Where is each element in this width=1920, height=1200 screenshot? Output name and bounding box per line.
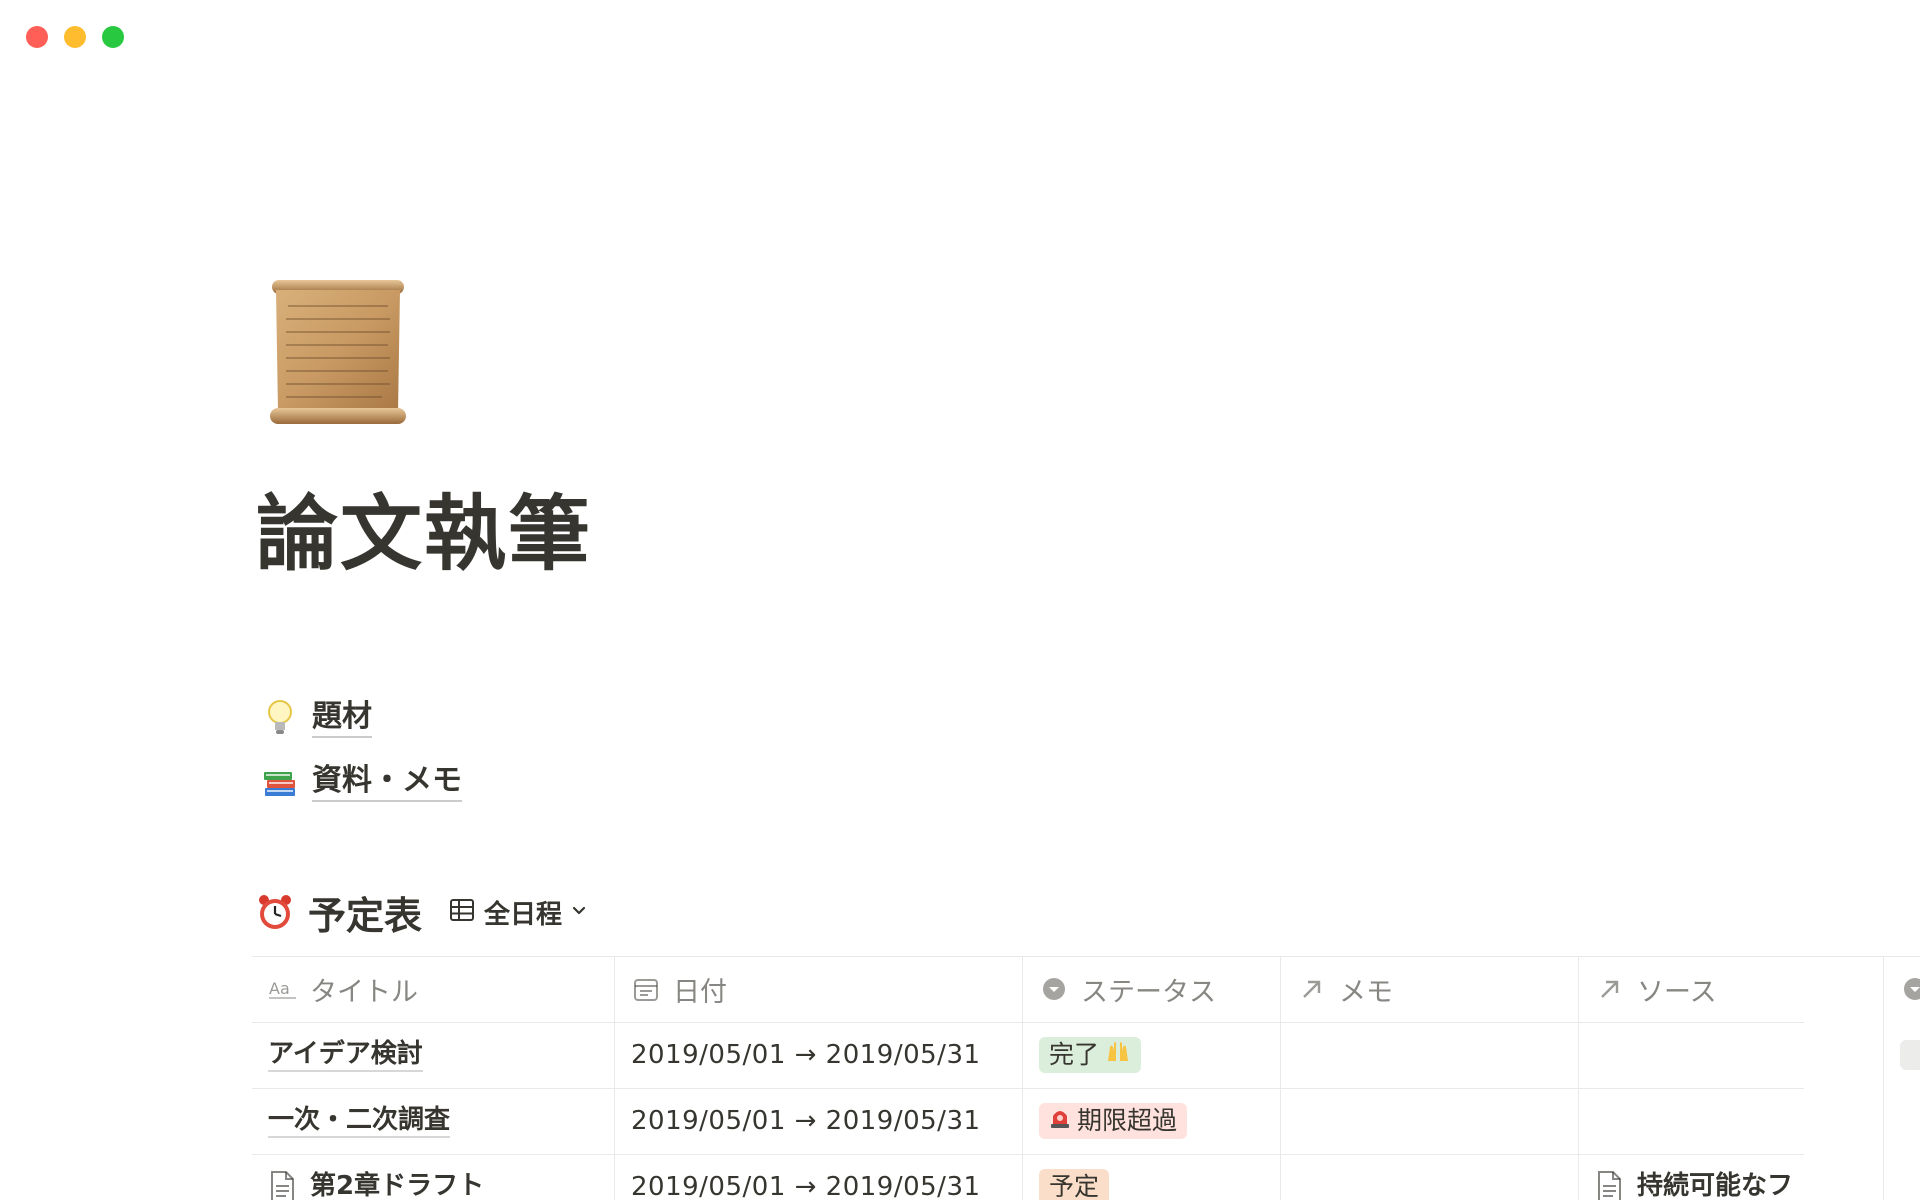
column-label: 日付 <box>673 976 727 1008</box>
cell-more[interactable] <box>1884 1154 1920 1200</box>
status-badge: 予定 <box>1039 1168 1110 1200</box>
document-icon <box>268 1170 298 1200</box>
link-page-materials[interactable]: 資料・メモ <box>262 750 462 814</box>
row-date: 2019/05/01 → 2019/05/31 <box>631 1106 981 1136</box>
column-header-memo[interactable]: メモ <box>1281 956 1579 1022</box>
table-row[interactable]: アイデア検討 2019/05/01 → 2019/05/31 完了 <box>252 1022 1920 1088</box>
svg-text:Aa: Aa <box>269 979 290 998</box>
close-window-button[interactable] <box>26 26 48 48</box>
column-label: ソース <box>1637 976 1717 1008</box>
cell-memo[interactable] <box>1281 1022 1579 1088</box>
cell-date[interactable]: 2019/05/01 → 2019/05/31 <box>615 1088 1023 1154</box>
siren-icon <box>1049 1105 1071 1138</box>
relation-arrow-icon <box>1595 974 1625 1004</box>
alarm-clock-icon <box>254 891 296 933</box>
view-label: 全日程 <box>484 899 563 930</box>
cell-title[interactable]: 一次・二次調査 <box>252 1088 615 1154</box>
cell-memo[interactable] <box>1281 1088 1579 1154</box>
raising-hands-icon <box>1105 1039 1131 1072</box>
cell-status[interactable]: 期限超過 <box>1023 1088 1281 1154</box>
calendar-icon <box>631 974 661 1004</box>
cell-date[interactable]: 2019/05/01 → 2019/05/31 <box>615 1022 1023 1088</box>
table-row[interactable]: 一次・二次調査 2019/05/01 → 2019/05/31 期限超過 <box>252 1088 1920 1154</box>
column-label: メモ <box>1339 976 1393 1008</box>
column-header-status[interactable]: ステータス <box>1023 956 1281 1022</box>
lightbulb-icon <box>262 698 298 738</box>
row-title[interactable]: 第2章ドラフト <box>310 1170 484 1200</box>
status-label: 完了 <box>1049 1039 1100 1069</box>
column-header-source[interactable]: ソース <box>1579 956 1884 1022</box>
column-label: ステータス <box>1081 976 1216 1008</box>
text-property-icon: Aa <box>268 974 298 1004</box>
chevron-down-icon <box>570 901 588 923</box>
select-property-icon <box>1039 974 1069 1004</box>
column-label: タイトル <box>310 976 418 1008</box>
column-header-date[interactable]: 日付 <box>615 956 1023 1022</box>
select-property-icon <box>1900 974 1920 1004</box>
cell-title[interactable]: アイデア検討 <box>252 1022 615 1088</box>
table-row[interactable]: 第2章ドラフト 2019/05/01 → 2019/05/31 予定 持続可能な… <box>252 1154 1920 1200</box>
link-page-topic[interactable]: 題材 <box>262 686 462 750</box>
database-title[interactable]: 予定表 <box>308 885 422 940</box>
status-label: 予定 <box>1049 1171 1100 1200</box>
scroll-icon[interactable] <box>262 272 414 432</box>
cell-memo[interactable] <box>1281 1154 1579 1200</box>
column-header-title[interactable]: Aa タイトル <box>252 956 615 1022</box>
table-view-icon <box>448 896 476 928</box>
row-date: 2019/05/01 → 2019/05/31 <box>631 1040 981 1070</box>
status-badge: 完了 <box>1039 1036 1142 1074</box>
source-link[interactable]: 持続可能なフ <box>1637 1170 1793 1200</box>
cell-source[interactable] <box>1579 1022 1884 1088</box>
row-title[interactable]: 一次・二次調査 <box>268 1104 451 1139</box>
relation-arrow-icon <box>1297 974 1327 1004</box>
cell-source[interactable]: 持続可能なフ <box>1579 1154 1884 1200</box>
linked-pages: 題材 資料・メモ <box>262 686 462 814</box>
window-controls <box>26 26 124 48</box>
database-header: 予定表 全日程 <box>254 888 588 938</box>
column-header-more[interactable] <box>1884 956 1920 1022</box>
status-label: 期限超過 <box>1077 1105 1178 1135</box>
notion-window: 論文執筆 題材 資料・メモ 予定表 全日程 Aa タイトル 日付 ステータス メ… <box>0 0 1920 1200</box>
status-badge: 期限超過 <box>1039 1102 1188 1140</box>
minimize-window-button[interactable] <box>64 26 86 48</box>
table-header-row: Aa タイトル 日付 ステータス メモ ソース <box>252 956 1920 1022</box>
cell-status[interactable]: 完了 <box>1023 1022 1281 1088</box>
cell-more[interactable] <box>1884 1088 1920 1154</box>
document-icon <box>1595 1170 1625 1200</box>
row-date: 2019/05/01 → 2019/05/31 <box>631 1172 981 1200</box>
zoom-window-button[interactable] <box>102 26 124 48</box>
cell-status[interactable]: 予定 <box>1023 1154 1281 1200</box>
books-icon <box>262 762 298 802</box>
cell-title[interactable]: 第2章ドラフト <box>252 1154 615 1200</box>
row-title[interactable]: アイデア検討 <box>268 1038 423 1073</box>
page-title: 論文執筆 <box>256 487 593 582</box>
link-label: 題材 <box>312 698 372 738</box>
tag-stub <box>1900 1040 1920 1070</box>
cell-date[interactable]: 2019/05/01 → 2019/05/31 <box>615 1154 1023 1200</box>
cell-more[interactable] <box>1884 1022 1920 1088</box>
cell-source[interactable] <box>1579 1088 1884 1154</box>
database-table: Aa タイトル 日付 ステータス メモ ソース アイデア検討 2019/05/0… <box>252 956 1920 1200</box>
view-switcher[interactable]: 全日程 <box>448 894 588 931</box>
link-label: 資料・メモ <box>312 762 462 802</box>
